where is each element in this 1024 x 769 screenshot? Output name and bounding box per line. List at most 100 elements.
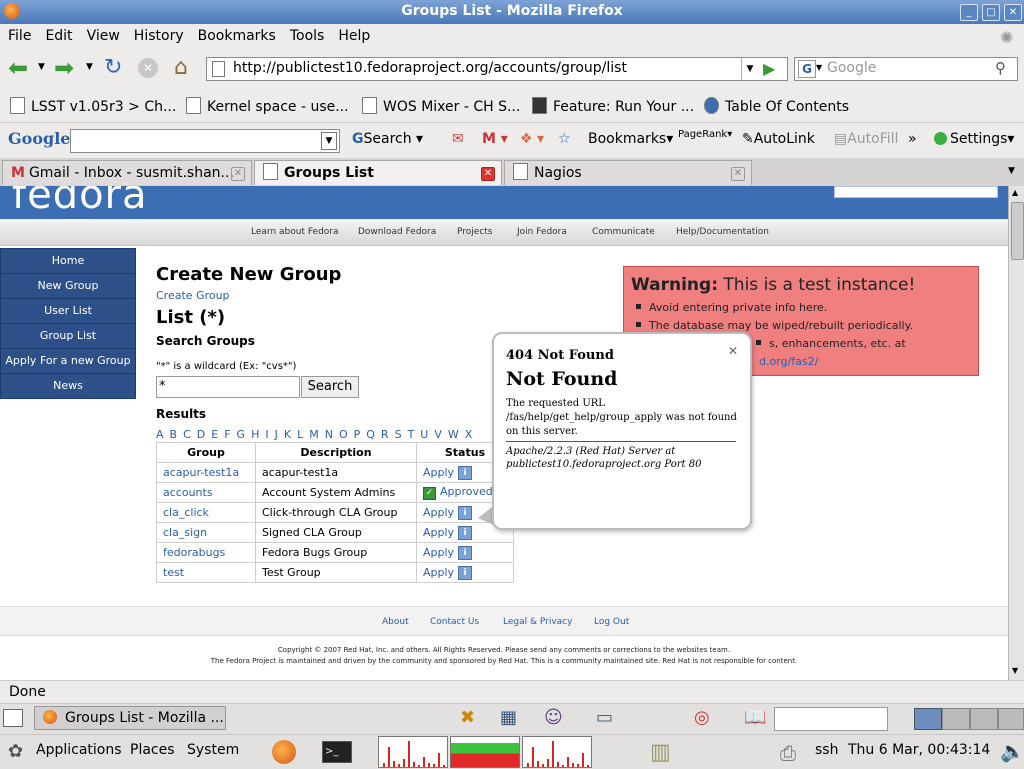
menu-file[interactable]: File bbox=[8, 24, 31, 48]
stop-icon[interactable]: ✕ bbox=[138, 58, 158, 78]
dropdown-arrow-icon[interactable]: ▼ bbox=[321, 132, 337, 150]
letter-link[interactable]: N bbox=[325, 428, 333, 441]
menu-view[interactable]: View bbox=[87, 24, 120, 48]
leftnav-apply-group[interactable]: Apply For a new Group bbox=[1, 349, 135, 374]
system-monitor-icon[interactable]: ▥ bbox=[650, 740, 671, 765]
nav-learn[interactable]: Learn about Fedora bbox=[251, 227, 339, 237]
group-link[interactable]: cla_sign bbox=[163, 526, 207, 539]
home-icon[interactable]: ⌂ bbox=[174, 56, 188, 80]
nav-download[interactable]: Download Fedora bbox=[358, 227, 436, 237]
letter-link[interactable]: W bbox=[448, 428, 459, 441]
magnifier-icon[interactable]: ⚲ bbox=[995, 59, 1006, 77]
letter-link[interactable]: T bbox=[408, 428, 415, 441]
bookmark-feature[interactable]: Feature: Run Your ... bbox=[532, 97, 694, 115]
info-icon[interactable]: i bbox=[458, 565, 473, 580]
reload-icon[interactable]: ↻ bbox=[104, 56, 122, 80]
settings-button[interactable]: Settings▾ bbox=[934, 131, 1014, 147]
tab-groups-list[interactable]: Groups List ✕ bbox=[254, 160, 502, 185]
letter-link[interactable]: E bbox=[211, 428, 218, 441]
back-arrow-icon[interactable]: ⬅ bbox=[8, 56, 28, 80]
nav-join[interactable]: Join Fedora bbox=[517, 227, 567, 237]
autofill-button[interactable]: ▤AutoFill bbox=[834, 131, 898, 147]
nav-communicate[interactable]: Communicate bbox=[592, 227, 655, 237]
fedora-logo[interactable]: fedora bbox=[12, 186, 148, 218]
dictionary-input[interactable] bbox=[774, 707, 888, 731]
apply-link[interactable]: Apply bbox=[423, 466, 454, 479]
letter-link[interactable]: P bbox=[354, 428, 361, 441]
apply-link[interactable]: Apply bbox=[423, 526, 454, 539]
letter-link[interactable]: S bbox=[395, 428, 402, 441]
workspace-2[interactable] bbox=[942, 708, 970, 730]
letter-link[interactable]: R bbox=[381, 428, 389, 441]
letter-link[interactable]: H bbox=[251, 428, 259, 441]
leftnav-group-list[interactable]: Group List bbox=[1, 324, 135, 349]
close-tab-icon[interactable]: ✕ bbox=[731, 167, 745, 181]
gmail-icon[interactable]: M ▾ bbox=[482, 131, 508, 147]
letter-link[interactable]: G bbox=[237, 428, 246, 441]
url-history-dropdown-icon[interactable]: ▼ bbox=[741, 58, 758, 80]
back-dropdown-icon[interactable]: ▼ bbox=[38, 62, 45, 72]
workspace-4[interactable] bbox=[998, 708, 1024, 730]
clock[interactable]: Thu 6 Mar, 00:43:14 bbox=[848, 742, 990, 758]
scroll-up-arrow-icon[interactable]: ▲ bbox=[1012, 188, 1018, 197]
ssh-label[interactable]: ssh bbox=[815, 742, 838, 758]
letter-link[interactable]: B bbox=[170, 428, 178, 441]
system-menu[interactable]: System bbox=[187, 742, 239, 758]
bookmarks-menu[interactable]: Bookmarks▾ bbox=[588, 131, 673, 147]
engine-dropdown-icon[interactable]: ▼ bbox=[816, 63, 822, 72]
letter-link[interactable]: V bbox=[434, 428, 442, 441]
autolink-button[interactable]: ✎AutoLink bbox=[742, 131, 815, 147]
group-link[interactable]: fedorabugs bbox=[163, 546, 225, 559]
network-monitor-graph[interactable] bbox=[522, 736, 592, 768]
go-icon[interactable]: ▶ bbox=[763, 59, 775, 78]
footer-logout[interactable]: Log Out bbox=[594, 617, 629, 627]
apply-link[interactable]: Apply bbox=[423, 566, 454, 579]
menu-help[interactable]: Help bbox=[338, 24, 370, 48]
letter-link[interactable]: M bbox=[309, 428, 319, 441]
footer-contact[interactable]: Contact Us bbox=[430, 617, 479, 627]
dictionary-icon[interactable]: 📖 bbox=[744, 707, 766, 728]
close-tab-icon[interactable]: ✕ bbox=[231, 167, 245, 181]
scroll-down-arrow-icon[interactable]: ▼ bbox=[1012, 666, 1018, 675]
puzzle-icon[interactable]: ▦ bbox=[500, 707, 517, 728]
minimize-button[interactable]: _ bbox=[960, 4, 978, 21]
info-icon[interactable]: i bbox=[458, 545, 473, 560]
google-search-button[interactable]: GSearch ▾ bbox=[352, 131, 423, 147]
url-bar[interactable]: http://publictest10.fedoraproject.org/ac… bbox=[206, 57, 788, 81]
letter-link[interactable]: K bbox=[284, 428, 291, 441]
info-icon[interactable]: i bbox=[458, 465, 473, 480]
workspace-3[interactable] bbox=[970, 708, 998, 730]
letter-link[interactable]: U bbox=[420, 428, 428, 441]
group-search-input[interactable]: * bbox=[156, 376, 300, 398]
letter-link[interactable]: F bbox=[224, 428, 230, 441]
letter-link[interactable]: J bbox=[275, 428, 278, 441]
bookmark-table-of-contents[interactable]: Table Of Contents bbox=[704, 97, 849, 115]
letter-link[interactable]: A bbox=[156, 428, 164, 441]
toolbar-overflow-button[interactable]: » bbox=[908, 131, 917, 147]
nav-projects[interactable]: Projects bbox=[457, 227, 492, 237]
google-engine-icon[interactable]: G bbox=[798, 60, 816, 78]
close-popup-icon[interactable]: ✕ bbox=[728, 344, 738, 358]
applications-menu[interactable]: Applications bbox=[36, 742, 122, 758]
vertical-scrollbar[interactable]: ▲ ▼ bbox=[1008, 186, 1024, 680]
info-icon[interactable]: i bbox=[458, 505, 473, 520]
header-search-input[interactable] bbox=[834, 186, 998, 198]
google-search-input[interactable]: ▼ bbox=[70, 129, 340, 153]
forward-arrow-icon[interactable]: ➡ bbox=[54, 56, 74, 80]
letter-link[interactable]: D bbox=[197, 428, 205, 441]
apply-link[interactable]: Apply bbox=[423, 546, 454, 559]
web-search-field[interactable]: G ▼ Google ⚲ bbox=[794, 57, 1018, 81]
menu-tools[interactable]: Tools bbox=[290, 24, 325, 48]
letter-link[interactable]: L bbox=[297, 428, 303, 441]
letter-link[interactable]: I bbox=[265, 428, 268, 441]
forward-dropdown-icon[interactable]: ▼ bbox=[86, 62, 93, 72]
group-link[interactable]: accounts bbox=[163, 486, 213, 499]
maximize-button[interactable]: □ bbox=[982, 4, 1000, 21]
leftnav-news[interactable]: News bbox=[1, 374, 135, 398]
nav-help[interactable]: Help/Documentation bbox=[676, 227, 769, 237]
footer-legal[interactable]: Legal & Privacy bbox=[503, 617, 572, 627]
menu-bookmarks[interactable]: Bookmarks bbox=[198, 24, 276, 48]
target-icon[interactable]: ◎ bbox=[694, 707, 710, 728]
create-group-link[interactable]: Create Group bbox=[156, 289, 230, 302]
star-icon[interactable]: ☆ bbox=[558, 131, 571, 147]
